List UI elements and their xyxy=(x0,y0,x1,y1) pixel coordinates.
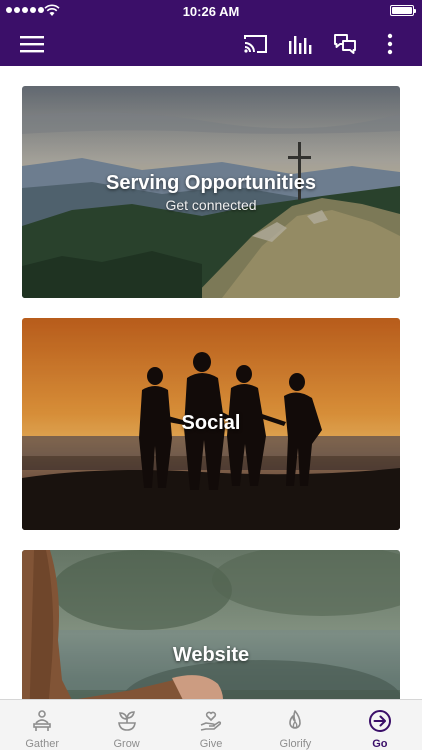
more-options-button[interactable] xyxy=(376,30,404,58)
hand-heart-icon xyxy=(200,711,222,731)
cast-button[interactable] xyxy=(242,30,270,58)
tab-go[interactable]: Go xyxy=(338,700,422,750)
card-title: Serving Opportunities xyxy=(105,172,317,194)
tab-label: Glorify xyxy=(279,738,312,750)
more-vertical-icon xyxy=(387,33,393,55)
status-bar: 10:26 AM xyxy=(0,0,422,22)
tab-label: Gather xyxy=(25,738,60,750)
card-title: Social xyxy=(181,412,241,434)
hands-lake-image xyxy=(22,550,400,699)
chat-button[interactable] xyxy=(331,30,359,58)
tab-label: Give xyxy=(199,738,223,750)
menu-icon xyxy=(20,36,44,53)
bottom-tab-bar: Gather Grow Give Glorify Go xyxy=(0,699,422,750)
menu-button[interactable] xyxy=(18,30,46,58)
top-nav-bar xyxy=(0,22,422,66)
tab-label: Grow xyxy=(113,738,140,750)
gather-icon xyxy=(33,710,52,731)
tab-give[interactable]: Give xyxy=(169,700,253,750)
tab-gather[interactable]: Gather xyxy=(0,700,84,750)
flame-icon xyxy=(289,710,302,729)
card-website[interactable]: Website xyxy=(22,550,400,699)
chat-icon xyxy=(334,34,356,54)
equalizer-button[interactable] xyxy=(286,30,314,58)
card-title: Website xyxy=(172,644,250,666)
battery-icon xyxy=(390,5,416,16)
card-serving-opportunities[interactable]: Serving Opportunities Get connected xyxy=(22,86,400,298)
card-subtitle: Get connected xyxy=(165,197,257,213)
status-time: 10:26 AM xyxy=(182,4,240,19)
tab-grow[interactable]: Grow xyxy=(84,700,168,750)
cast-icon xyxy=(244,35,267,53)
card-social[interactable]: Social xyxy=(22,318,400,530)
arrow-circle-icon xyxy=(368,710,391,732)
card-list: Serving Opportunities Get connected Soci… xyxy=(0,66,422,699)
sprout-icon xyxy=(117,711,136,731)
tab-label: Go xyxy=(372,738,388,750)
tab-glorify[interactable]: Glorify xyxy=(253,700,337,750)
equalizer-icon xyxy=(289,36,312,54)
